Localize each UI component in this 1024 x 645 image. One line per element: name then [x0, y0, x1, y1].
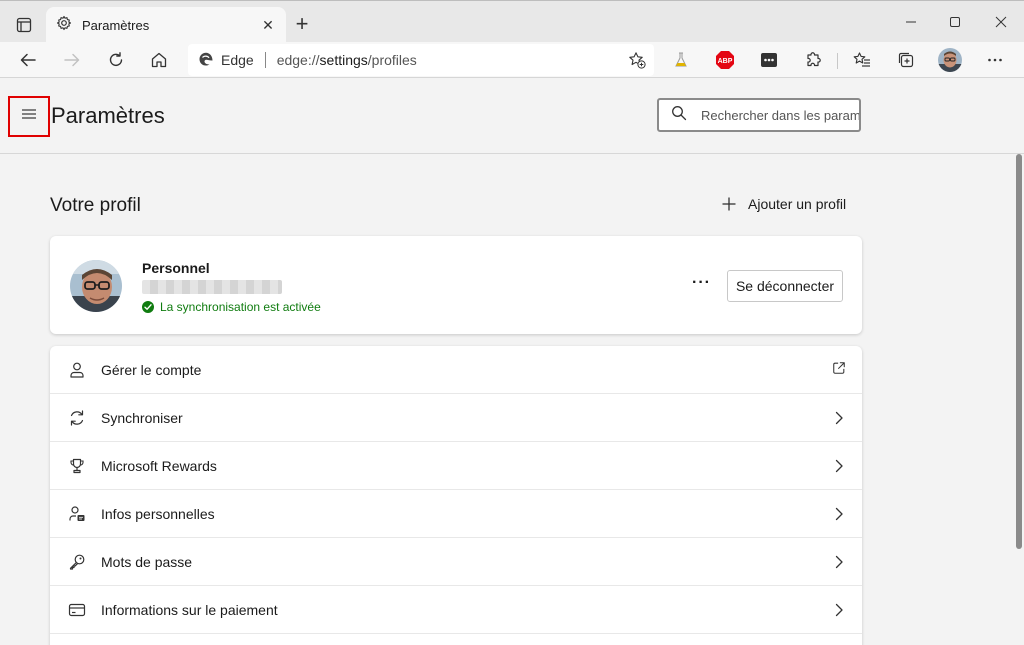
flask-extension-icon[interactable]: [668, 47, 694, 73]
search-placeholder: Rechercher dans les paramètres: [701, 107, 861, 123]
add-profile-button[interactable]: Ajouter un profil: [722, 194, 846, 214]
list-item-label: Infos personnelles: [101, 505, 215, 522]
close-window-icon[interactable]: [990, 11, 1012, 33]
list-item-payment[interactable]: Informations sur le paiement: [50, 586, 862, 634]
list-item-label: Synchroniser: [101, 409, 183, 426]
edge-logo-icon: [198, 51, 214, 70]
gear-icon: [56, 15, 72, 36]
home-icon[interactable]: [146, 47, 172, 73]
credit-card-icon: [67, 600, 87, 620]
profile-avatar-large: [70, 260, 122, 312]
back-arrow-icon[interactable]: [15, 47, 41, 73]
person-card-icon: [67, 504, 87, 524]
adblock-plus-icon[interactable]: ABP: [712, 47, 738, 73]
sync-status-label: La synchronisation est activée: [160, 300, 321, 314]
chevron-right-icon: [832, 555, 846, 569]
settings-header: Paramètres Rechercher dans les paramètre…: [0, 78, 1024, 154]
profile-more-button[interactable]: ···: [692, 274, 711, 292]
list-item-label: Gérer le compte: [101, 361, 202, 378]
list-item-label: Mots de passe: [101, 553, 193, 570]
list-item-label: Microsoft Rewards: [101, 457, 217, 474]
page-title: Paramètres: [51, 103, 165, 128]
profile-settings-list: Gérer le compte Synchroniser Microsoft R…: [50, 346, 862, 645]
address-url-prefix: edge://: [276, 52, 320, 68]
page-scrollbar[interactable]: [1016, 154, 1022, 549]
address-brand-label: Edge: [221, 52, 254, 68]
browser-toolbar: Edge edge://settings/profiles ABP: [0, 42, 1024, 78]
address-url-suffix: /profiles: [367, 52, 417, 68]
section-title-profile: Votre profil: [50, 195, 141, 216]
key-icon: [67, 552, 87, 572]
password-extension-icon[interactable]: [756, 47, 782, 73]
address-bar[interactable]: Edge edge://settings/profiles: [188, 44, 654, 76]
address-url-path: settings: [319, 52, 368, 68]
svg-text:ABP: ABP: [718, 58, 733, 65]
profile-avatar[interactable]: [937, 47, 963, 73]
list-item-manage-account[interactable]: Gérer le compte: [50, 346, 862, 394]
list-item-passwords[interactable]: Mots de passe: [50, 538, 862, 586]
signout-button[interactable]: Se déconnecter: [727, 270, 843, 302]
tab-title: Paramètres: [82, 17, 150, 33]
new-tab-button[interactable]: +: [290, 13, 314, 37]
toolbar-divider: [837, 53, 838, 69]
list-item-personal-info[interactable]: Infos personnelles: [50, 490, 862, 538]
title-bar: Paramètres ✕ +: [0, 0, 1024, 43]
hamburger-icon: [20, 107, 38, 126]
chevron-right-icon: [832, 411, 846, 425]
tab-settings[interactable]: Paramètres ✕: [46, 7, 286, 43]
profile-name: Personnel: [142, 260, 210, 276]
list-item-label: Informations sur le paiement: [101, 601, 278, 618]
sync-icon: [67, 408, 87, 428]
chevron-right-icon: [832, 459, 846, 473]
settings-search-input[interactable]: Rechercher dans les paramètres: [657, 98, 861, 132]
add-favorite-star-icon[interactable]: [628, 51, 646, 72]
collections-icon[interactable]: [893, 47, 919, 73]
minimize-icon[interactable]: [900, 11, 922, 33]
trophy-icon: [67, 456, 87, 476]
forward-arrow-icon[interactable]: [59, 47, 85, 73]
maximize-icon[interactable]: [944, 11, 966, 33]
profile-email-redacted: [142, 280, 282, 294]
chevron-right-icon: [832, 603, 846, 617]
plus-icon: [722, 194, 736, 214]
settings-menu-button[interactable]: [8, 96, 50, 137]
more-menu-icon[interactable]: [982, 47, 1008, 73]
favorites-icon[interactable]: [849, 47, 875, 73]
checkmark-icon: [142, 301, 154, 313]
search-icon: [671, 105, 687, 126]
external-link-icon: [832, 361, 846, 375]
tab-close-icon[interactable]: ✕: [260, 17, 276, 33]
address-url: edge://settings/profiles: [277, 52, 417, 68]
tab-actions-icon[interactable]: [10, 11, 38, 39]
profile-card: Personnel La synchronisation est activée…: [50, 236, 862, 334]
refresh-icon[interactable]: [103, 47, 129, 73]
add-profile-label: Ajouter un profil: [748, 196, 847, 212]
person-icon: [67, 360, 87, 380]
list-item-rewards[interactable]: Microsoft Rewards: [50, 442, 862, 490]
chevron-right-icon: [832, 507, 846, 521]
sync-status: La synchronisation est activée: [142, 300, 321, 314]
list-item-sync[interactable]: Synchroniser: [50, 394, 862, 442]
address-divider: [264, 52, 266, 68]
extensions-puzzle-icon[interactable]: [800, 47, 826, 73]
